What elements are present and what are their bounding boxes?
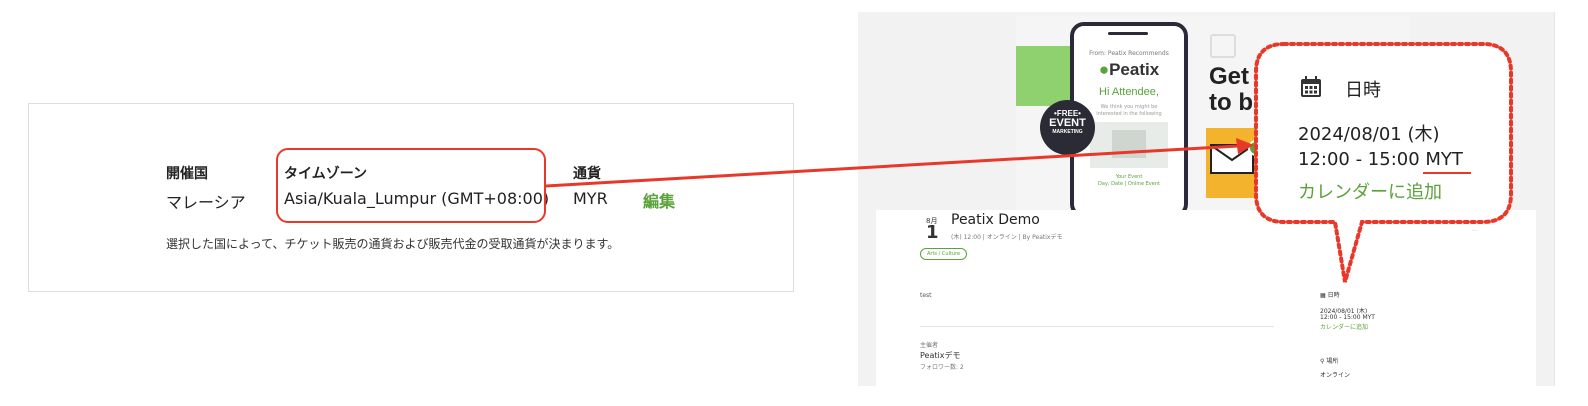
phone-event-image	[1090, 122, 1168, 168]
phone-from: From: Peatix Recommends	[1089, 50, 1169, 57]
currency-value: MYR	[573, 189, 608, 208]
phone-event-info: Your Event Day, Date | Online Event	[1098, 174, 1160, 187]
event-title: Peatix Demo	[951, 212, 1040, 228]
organizer-name[interactable]: Peatixデモ	[920, 350, 960, 361]
peatix-logo: ●Peatix	[1098, 60, 1160, 79]
calendar-icon	[1301, 76, 1321, 97]
phone-greeting: Hi Attendee,	[1099, 86, 1159, 98]
datetime-section: ▦ 日時	[1320, 290, 1340, 299]
callout-add-to-calendar[interactable]: カレンダーに追加	[1298, 178, 1442, 204]
currency-label: 通貨	[573, 166, 601, 182]
country-label: 開催国	[166, 166, 208, 182]
event-details: 8月 1 Peatix Demo (木) 12:00 | オンライン | By …	[876, 210, 1536, 386]
venue-label: 場所	[1326, 358, 1339, 365]
myt-underline	[1423, 172, 1471, 174]
currency-note: 選択した国によって、チケット販売の通貨および販売代金の受取通貨が決まります。	[166, 237, 620, 251]
event-time: 12:00 - 15:00 MYT	[1320, 314, 1375, 321]
category-tag[interactable]: Arts / Culture	[920, 248, 968, 260]
organizer-label: 主催者	[920, 342, 939, 349]
add-to-calendar-link[interactable]: カレンダーに追加	[1320, 322, 1368, 331]
banner-headline: Get to b	[1209, 63, 1253, 116]
event-meta: (木) 12:00 | オンライン | By Peatixデモ	[951, 234, 1063, 241]
callout-date: 2024/08/01 (木)	[1298, 124, 1440, 145]
calendar-icon: ▦	[1320, 292, 1326, 299]
event-day: 1	[926, 222, 939, 243]
more-icon[interactable]: ···	[1472, 228, 1478, 235]
country-value: マレーシア	[166, 193, 246, 212]
location-pin-icon: ⚲	[1320, 358, 1325, 365]
timezone-highlight	[276, 148, 546, 223]
green-block	[1016, 46, 1071, 106]
datetime-label: 日時	[1327, 292, 1340, 299]
follower-count: フォロワー数: 2	[920, 364, 964, 371]
event-description: test	[920, 292, 932, 299]
venue-value: オンライン	[1320, 372, 1351, 379]
free-event-badge: •FREE• EVENT MARKETING	[1040, 100, 1095, 155]
divider	[920, 326, 1274, 327]
edit-link[interactable]: 編集	[643, 188, 675, 212]
callout-time: 12:00 - 15:00 MYT	[1298, 149, 1463, 170]
callout-heading: 日時	[1345, 80, 1381, 101]
calendar-star-icon	[1210, 34, 1236, 58]
venue-section: ⚲ 場所	[1320, 356, 1338, 365]
